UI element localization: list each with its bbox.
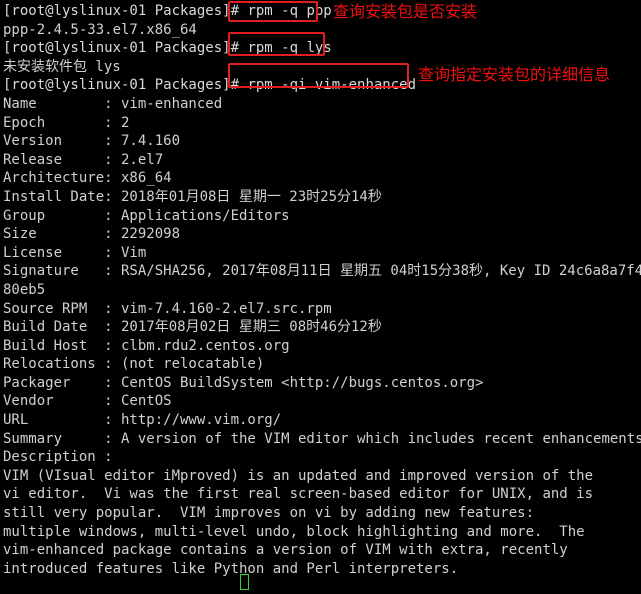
terminal-screen[interactable]: [root@lyslinux-01 Packages]# rpm -q ppp p…	[0, 0, 641, 594]
terminal-prompt-line: [root@lyslinux-01 Packages]# rpm -q ppp	[3, 2, 641, 21]
shell-output: Architecture: x86_64	[3, 170, 172, 187]
terminal-output-line: introduced features like Python and Perl…	[3, 560, 641, 579]
shell-output: vim-enhanced package contains a version …	[3, 542, 568, 559]
terminal-output-line: ppp-2.4.5-33.el7.x86_64	[3, 21, 641, 40]
shell-output: Release : 2.el7	[3, 151, 164, 168]
terminal-output-line: Summary : A version of the VIM editor wh…	[3, 430, 641, 449]
shell-output: Install Date: 2018年01月08日 星期一 23时25分14秒	[3, 188, 382, 205]
terminal-cursor	[240, 574, 249, 590]
shell-output: Build Date : 2017年08月02日 星期三 08时46分12秒	[3, 319, 382, 336]
terminal-output-line: Group : Applications/Editors	[3, 207, 641, 226]
shell-output: Epoch : 2	[3, 114, 130, 131]
terminal-output-line: Build Date : 2017年08月02日 星期三 08时46分12秒	[3, 318, 641, 337]
shell-command: rpm -q ppp	[247, 3, 332, 19]
shell-output: still very popular. VIM improves on vi b…	[3, 505, 535, 522]
shell-output: Signature : RSA/SHA256, 2017年08月11日 星期五 …	[3, 263, 641, 280]
shell-output: VIM (VIsual editor iMproved) is an updat…	[3, 467, 594, 484]
shell-output: 80eb5	[3, 281, 46, 298]
terminal-prompt-line: [root@lyslinux-01 Packages]# rpm -q lys	[3, 39, 641, 58]
shell-output: vi editor. Vi was the first real screen-…	[3, 486, 594, 503]
terminal-output-line: Source RPM : vim-7.4.160-2.el7.src.rpm	[3, 300, 641, 319]
terminal-output-line: Architecture: x86_64	[3, 169, 641, 188]
terminal-output-line: vi editor. Vi was the first real screen-…	[3, 485, 641, 504]
terminal-output-line: License : Vim	[3, 244, 641, 263]
shell-output: Summary : A version of the VIM editor wh…	[3, 430, 641, 447]
terminal-output-line: Epoch : 2	[3, 114, 641, 133]
shell-output: introduced features like Python and Perl…	[3, 560, 459, 577]
terminal-output-line: Name : vim-enhanced	[3, 95, 641, 114]
shell-output: Name : vim-enhanced	[3, 95, 223, 112]
shell-output: URL : http://www.vim.org/	[3, 412, 282, 429]
annotation-label-1: 查询安装包是否安装	[333, 2, 478, 21]
shell-prompt: [root@lyslinux-01 Packages]#	[3, 3, 248, 19]
shell-prompt: [root@lyslinux-01 Packages]#	[3, 40, 248, 57]
terminal-window[interactable]: [root@lyslinux-01 Packages]# rpm -q ppp p…	[0, 0, 641, 594]
shell-output: Vendor : CentOS	[3, 393, 172, 410]
shell-output: Packager : CentOS BuildSystem <http://bu…	[3, 374, 484, 391]
terminal-output-line: Description :	[3, 448, 641, 467]
terminal-output-line: VIM (VIsual editor iMproved) is an updat…	[3, 467, 641, 486]
annotation-label-2: 查询指定安装包的详细信息	[418, 65, 611, 84]
shell-output: Description :	[3, 449, 113, 466]
terminal-output-line: Version : 7.4.160	[3, 132, 641, 151]
terminal-output-line: Relocations : (not relocatable)	[3, 355, 641, 374]
shell-output: Version : 7.4.160	[3, 133, 181, 150]
shell-output: ppp-2.4.5-33.el7.x86_64	[3, 21, 197, 38]
shell-output: Relocations : (not relocatable)	[3, 356, 265, 373]
terminal-output-line: URL : http://www.vim.org/	[3, 411, 641, 430]
terminal-output-line: Install Date: 2018年01月08日 星期一 23时25分14秒	[3, 188, 641, 207]
shell-command: rpm -qi vim-enhanced	[247, 77, 417, 94]
terminal-output-line: vim-enhanced package contains a version …	[3, 541, 641, 560]
terminal-output-line: Vendor : CentOS	[3, 392, 641, 411]
terminal-output-line: Build Host : clbm.rdu2.centos.org	[3, 337, 641, 356]
terminal-output-line: Packager : CentOS BuildSystem <http://bu…	[3, 374, 641, 393]
shell-output: Size : 2292098	[3, 226, 181, 243]
shell-prompt: [root@lyslinux-01 Packages]#	[3, 77, 248, 94]
shell-command: rpm -q lys	[247, 40, 332, 57]
terminal-output-line: still very popular. VIM improves on vi b…	[3, 504, 641, 523]
terminal-output-line: Release : 2.el7	[3, 151, 641, 170]
shell-output: Build Host : clbm.rdu2.centos.org	[3, 337, 290, 354]
shell-output: 未安装软件包 lys	[3, 58, 121, 75]
terminal-output-line: Signature : RSA/SHA256, 2017年08月11日 星期五 …	[3, 262, 641, 281]
shell-output: Source RPM : vim-7.4.160-2.el7.src.rpm	[3, 300, 332, 317]
terminal-output-line: 80eb5	[3, 281, 641, 300]
shell-output: Group : Applications/Editors	[3, 207, 290, 224]
shell-output: multiple windows, multi-level undo, bloc…	[3, 523, 585, 540]
terminal-output-line: Size : 2292098	[3, 225, 641, 244]
terminal-output-line: multiple windows, multi-level undo, bloc…	[3, 523, 641, 542]
shell-output: License : Vim	[3, 244, 147, 261]
